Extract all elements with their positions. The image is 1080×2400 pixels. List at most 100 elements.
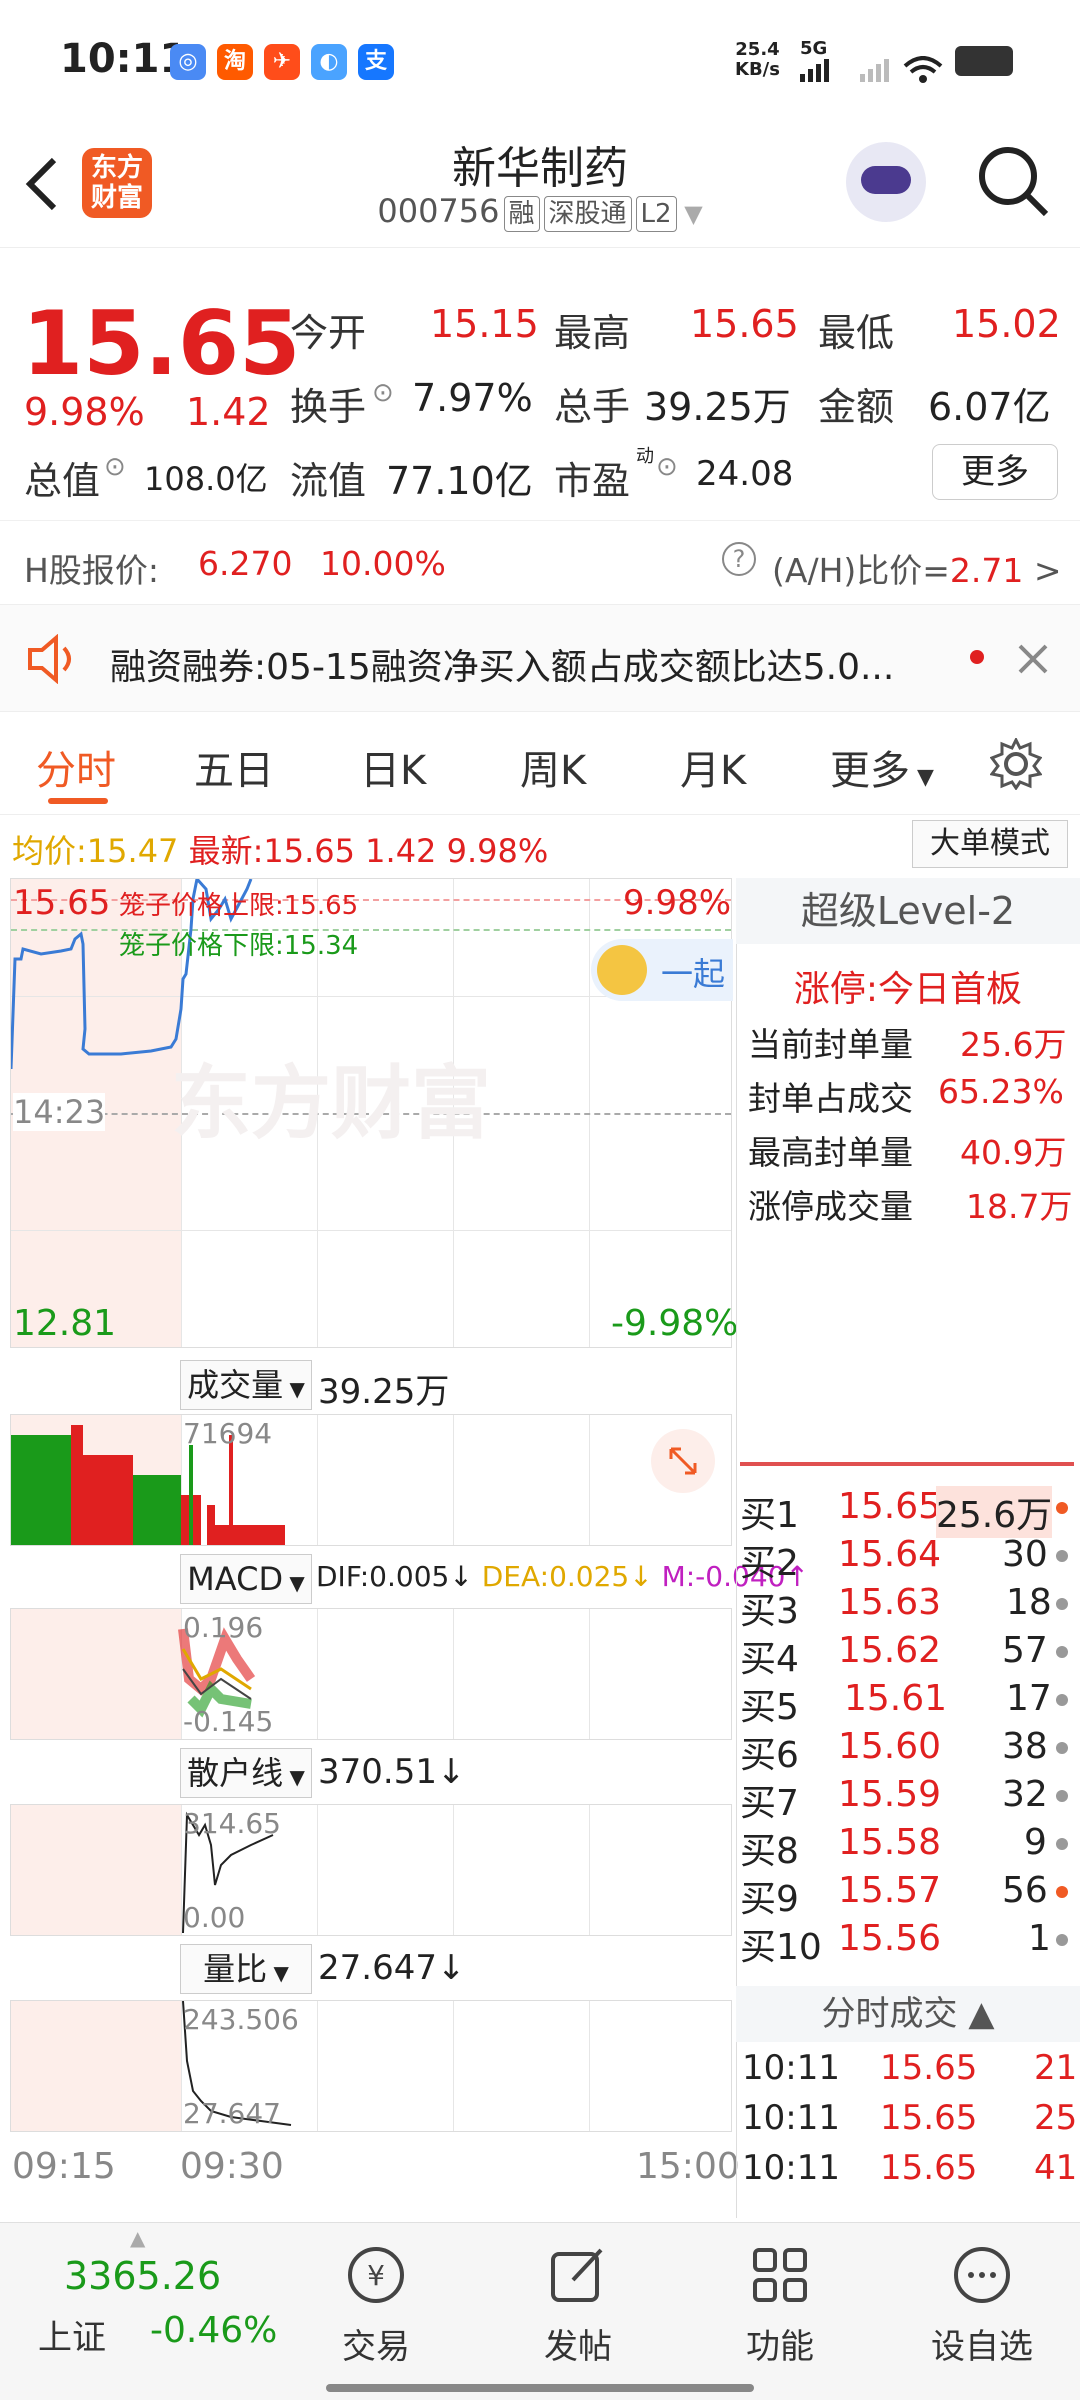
cage-upper-label: 笼子价格上限:15.65	[119, 891, 359, 921]
level2-row-label: 最高封单量	[748, 1133, 913, 1172]
volume-indicator-select[interactable]: 成交量 ▼	[180, 1360, 312, 1410]
info-icon[interactable]: ⊙	[104, 452, 126, 482]
crosshair-time: 14:23	[13, 1093, 106, 1131]
volume-bars	[11, 1425, 285, 1545]
ratio-chart[interactable]: 243.506 27.647	[10, 2000, 732, 2132]
volume-label: 总手	[554, 385, 631, 429]
ratio-value: 27.647↓	[318, 1948, 466, 1988]
pct-bottom-label: -9.98%	[611, 1303, 739, 1344]
level2-row-value: 65.23%	[938, 1072, 1064, 1111]
order-book[interactable]: 买1 15.65 25.6万 买2 15.64 30 买3 15.63 18 买4 15.62…	[740, 1486, 1080, 1986]
ratio-line	[182, 2001, 292, 2126]
mktcap-value: 108.0亿	[144, 460, 268, 498]
robot-assistant-icon[interactable]	[846, 142, 926, 222]
home-indicator[interactable]	[326, 2384, 754, 2392]
hshare-pct: 10.00%	[320, 544, 446, 583]
order-row: 买5 15.61 17	[740, 1678, 1080, 1728]
tab-monthly-k[interactable]: 月K	[680, 738, 746, 796]
ratio-top-label: 243.506	[183, 2003, 299, 2036]
volume-max-label: 71694	[183, 1417, 273, 1450]
order-row: 买2 15.64 30	[740, 1534, 1080, 1584]
mktcap-label: 总值	[24, 459, 101, 503]
level2-row-label: 当前封单量	[748, 1025, 913, 1064]
search-icon[interactable]	[976, 144, 1052, 220]
stock-header: 东方 财富 新华制药 000756 融深股通 L2 ▼	[0, 120, 1080, 248]
close-icon[interactable]	[1016, 642, 1050, 676]
order-row: 买4 15.62 57	[740, 1630, 1080, 1680]
app-icon: ◎	[170, 44, 206, 80]
float-label: 流值	[290, 459, 367, 503]
tab-intraday[interactable]: 分时	[36, 738, 116, 796]
index-pct[interactable]: -0.46%	[150, 2310, 277, 2351]
trade-row: 10:11 15.65 21	[742, 2048, 1078, 2088]
app-icon: ✈	[264, 44, 300, 80]
ah-ratio[interactable]: (A/H)比价=2.71 >	[772, 544, 1062, 592]
status-time: 10:11	[60, 36, 188, 82]
info-icon[interactable]: ⊙	[656, 452, 678, 482]
nav-post[interactable]: 发帖	[508, 2240, 648, 2368]
trades-header[interactable]: 分时成交 ▲	[736, 1986, 1080, 2042]
tab-daily-k[interactable]: 日K	[360, 738, 426, 796]
limit-status: 涨停:今日首板	[793, 969, 1023, 1010]
pe-label: 市盈	[554, 459, 631, 503]
bid-divider	[740, 1462, 1074, 1466]
retail-line	[182, 1811, 274, 1934]
low-value: 15.02	[952, 302, 1061, 346]
battery-icon	[955, 46, 1013, 76]
time-start: 09:15	[12, 2146, 116, 2187]
index-name[interactable]: 上证	[38, 2310, 106, 2359]
time-close: 15:00	[636, 2146, 740, 2187]
change-value: 1.42	[186, 390, 271, 434]
low-label: 最低	[818, 311, 895, 355]
chevron-up-icon[interactable]: ▲	[130, 2226, 145, 2250]
time-open: 09:30	[180, 2146, 284, 2187]
edit-icon	[551, 2248, 603, 2302]
hshare-label: H股报价:	[24, 551, 159, 590]
level2-row-value: 25.6万	[960, 1025, 1067, 1064]
volume-chart[interactable]: 71694	[10, 1414, 732, 1546]
taobao-icon: 淘	[217, 44, 253, 80]
tab-indicator	[48, 798, 108, 804]
volume-value: 39.25万	[644, 385, 791, 429]
hshare-price: 6.270	[198, 544, 293, 583]
more-button[interactable]: 更多	[932, 444, 1058, 500]
pct-top-label: 9.98%	[623, 883, 732, 923]
info-icon[interactable]: ⊙	[372, 378, 394, 408]
community-bubble[interactable]: 一起	[591, 939, 733, 1001]
price-top-label: 15.65	[13, 883, 111, 923]
macd-bottom-label: -0.145	[183, 1705, 274, 1738]
open-label: 今开	[290, 311, 367, 355]
macd-chart[interactable]: 0.196 -0.145	[10, 1608, 732, 1740]
unread-dot	[970, 650, 984, 664]
order-row: 买9 15.57 56	[740, 1870, 1080, 1920]
news-text[interactable]: 融资融券:05-15融资净买入额占成交额比达5.0...	[110, 638, 960, 690]
help-icon[interactable]: ?	[722, 542, 756, 576]
float-value: 77.10亿	[386, 459, 533, 503]
big-order-mode-button[interactable]: 大单模式	[912, 820, 1068, 868]
turnover-label: 换手	[290, 385, 367, 429]
order-row: 买3 15.63 18	[740, 1582, 1080, 1632]
index-value[interactable]: 3365.26	[64, 2254, 221, 2298]
ratio-indicator-select[interactable]: 量比 ▼	[180, 1944, 312, 1994]
pe-value: 24.08	[696, 454, 794, 494]
order-row: 买10 15.56 1	[740, 1918, 1080, 1968]
expand-icon[interactable]	[651, 1429, 715, 1493]
ratio-bottom-label: 27.647	[183, 2097, 281, 2130]
retail-chart[interactable]: 314.65 0.00	[10, 1804, 732, 1936]
tab-weekly-k[interactable]: 周K	[520, 738, 586, 796]
level2-title[interactable]: 超级Level-2	[736, 878, 1080, 944]
nav-trade[interactable]: ¥ 交易	[306, 2240, 446, 2368]
tab-5day[interactable]: 五日	[194, 738, 274, 796]
chart-info-line: 均价:15.47 最新:15.65 1.42 9.98%	[12, 832, 549, 870]
order-row: 买1 15.65 25.6万	[740, 1486, 1080, 1538]
retail-indicator-select[interactable]: 散户线 ▼	[180, 1748, 312, 1798]
more-icon	[954, 2247, 1010, 2303]
trade-row: 10:11 15.65 41	[742, 2148, 1078, 2188]
nav-add-watchlist[interactable]: 设自选	[912, 2240, 1052, 2368]
nav-functions[interactable]: 功能	[710, 2240, 850, 2368]
tab-more[interactable]: 更多 ▼	[830, 738, 934, 796]
macd-indicator-select[interactable]: MACD ▼	[180, 1554, 312, 1604]
turnover-value: 7.97%	[412, 376, 533, 420]
intraday-chart[interactable]: 东方财富 15.65 笼子价格上限:15.65 笼子价格下限:15.34 9.9…	[10, 878, 738, 1348]
settings-gear-icon[interactable]	[990, 738, 1042, 790]
